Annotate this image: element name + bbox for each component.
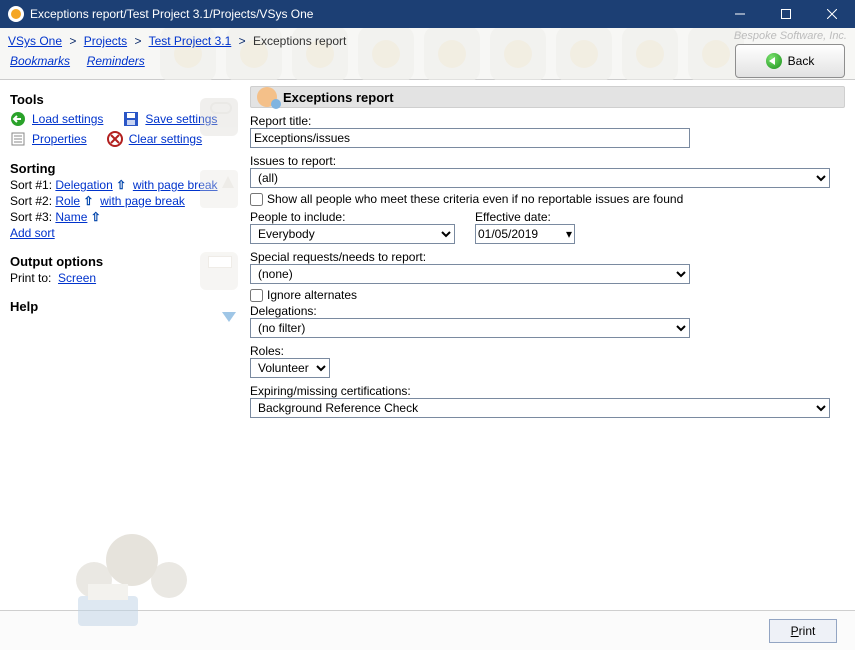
breadcrumb-sep: >	[239, 34, 246, 48]
ignore-alternates-checkbox[interactable]	[250, 289, 263, 302]
ignore-alternates-label: Ignore alternates	[267, 288, 357, 302]
effective-date-value: 01/05/2019	[478, 227, 538, 241]
close-button[interactable]	[809, 0, 855, 28]
brand-label: Bespoke Software, Inc.	[734, 30, 847, 42]
effective-date-input[interactable]: 01/05/2019 ▾	[475, 224, 575, 244]
sort3-prefix: Sort #3:	[10, 210, 52, 224]
sort2-page-break-link[interactable]: with page break	[100, 194, 185, 208]
people-label: People to include:	[250, 210, 455, 224]
minimize-icon	[735, 9, 745, 19]
delegations-select[interactable]: (no filter)	[250, 318, 690, 338]
show-all-checkbox[interactable]	[250, 193, 263, 206]
sort1-direction-icon[interactable]: ⇧	[116, 178, 126, 192]
body: Tools Load settings Save settings Proper…	[0, 80, 855, 610]
issues-select[interactable]: (all)	[250, 168, 830, 188]
show-all-checkbox-row: Show all people who meet these criteria …	[250, 192, 845, 206]
help-expand-icon[interactable]	[222, 312, 236, 322]
print-button-keychar: P	[791, 624, 799, 638]
print-to-label: Print to:	[10, 271, 51, 285]
people-printer-illustration	[54, 510, 204, 630]
cert-label: Expiring/missing certifications:	[250, 384, 845, 398]
breadcrumb: VSys One > Projects > Test Project 3.1 >…	[8, 34, 725, 48]
sort2-direction-icon[interactable]: ⇧	[83, 194, 93, 208]
maximize-button[interactable]	[763, 0, 809, 28]
people-select[interactable]: Everybody	[250, 224, 455, 244]
sort3-field-link[interactable]: Name	[55, 210, 87, 224]
bookmarks-link[interactable]: Bookmarks	[10, 54, 70, 68]
roles-label: Roles:	[250, 344, 845, 358]
people-col: People to include: Everybody	[250, 208, 455, 244]
add-sort-link[interactable]: Add sort	[10, 226, 55, 240]
add-sort-line: Add sort	[10, 226, 240, 240]
window-buttons	[717, 0, 855, 28]
report-title-input[interactable]	[250, 128, 690, 148]
maximize-icon	[781, 9, 791, 19]
header-links: Bookmarks Reminders	[10, 54, 145, 68]
report-title-label: Report title:	[250, 114, 845, 128]
close-icon	[827, 9, 837, 19]
app-icon	[8, 6, 24, 22]
reminders-link[interactable]: Reminders	[87, 54, 145, 68]
dropdown-icon: ▾	[566, 227, 572, 241]
print-to-link[interactable]: Screen	[58, 271, 96, 285]
print-button-rest: rint	[799, 624, 816, 638]
breadcrumb-vsys-one[interactable]: VSys One	[8, 34, 62, 48]
breadcrumb-projects[interactable]: Projects	[84, 34, 127, 48]
back-button-label: Back	[788, 54, 815, 68]
show-all-label: Show all people who meet these criteria …	[267, 192, 683, 206]
effective-label: Effective date:	[475, 210, 575, 224]
sort-icon	[200, 170, 238, 208]
sort2-prefix: Sort #2:	[10, 194, 52, 208]
sort1-field-link[interactable]: Delegation	[55, 178, 112, 192]
people-icon	[257, 87, 277, 107]
properties-link[interactable]: Properties	[32, 132, 87, 146]
form-title-bar: Exceptions report	[250, 86, 845, 108]
help-header: Help	[10, 299, 240, 314]
save-settings-icon	[123, 111, 139, 127]
header-row: Bespoke Software, Inc. VSys One > Projec…	[0, 28, 855, 80]
window-title: Exceptions report/Test Project 3.1/Proje…	[30, 7, 717, 21]
printer-icon	[200, 252, 238, 290]
special-label: Special requests/needs to report:	[250, 250, 845, 264]
effective-col: Effective date: 01/05/2019 ▾	[475, 208, 575, 244]
breadcrumb-current: Exceptions report	[253, 34, 346, 48]
back-arrow-icon	[766, 53, 782, 69]
clear-settings-link[interactable]: Clear settings	[129, 132, 202, 146]
clipboard-icon	[200, 98, 238, 136]
form-pane: Exceptions report Report title: Issues t…	[246, 80, 855, 610]
roles-select[interactable]: Volunteer	[250, 358, 330, 378]
delegations-label: Delegations:	[250, 304, 845, 318]
load-settings-link[interactable]: Load settings	[32, 112, 103, 126]
print-button[interactable]: Print	[769, 619, 837, 643]
clear-settings-icon	[107, 131, 123, 147]
breadcrumb-sep: >	[134, 34, 141, 48]
sort-line-3: Sort #3: Name ⇧	[10, 210, 240, 224]
issues-label: Issues to report:	[250, 154, 845, 168]
title-bar: Exceptions report/Test Project 3.1/Proje…	[0, 0, 855, 28]
minimize-button[interactable]	[717, 0, 763, 28]
left-pane: Tools Load settings Save settings Proper…	[0, 80, 246, 610]
form-title: Exceptions report	[283, 90, 394, 105]
special-select[interactable]: (none)	[250, 264, 690, 284]
sort3-direction-icon[interactable]: ⇧	[91, 210, 101, 224]
load-settings-icon	[10, 111, 26, 127]
back-button[interactable]: Back	[735, 44, 845, 78]
breadcrumb-test-project[interactable]: Test Project 3.1	[149, 34, 232, 48]
sort1-prefix: Sort #1:	[10, 178, 52, 192]
ignore-alternates-row: Ignore alternates	[250, 288, 845, 302]
sort2-field-link[interactable]: Role	[55, 194, 80, 208]
properties-icon	[10, 131, 26, 147]
cert-select[interactable]: Background Reference Check	[250, 398, 830, 418]
breadcrumb-sep: >	[69, 34, 76, 48]
